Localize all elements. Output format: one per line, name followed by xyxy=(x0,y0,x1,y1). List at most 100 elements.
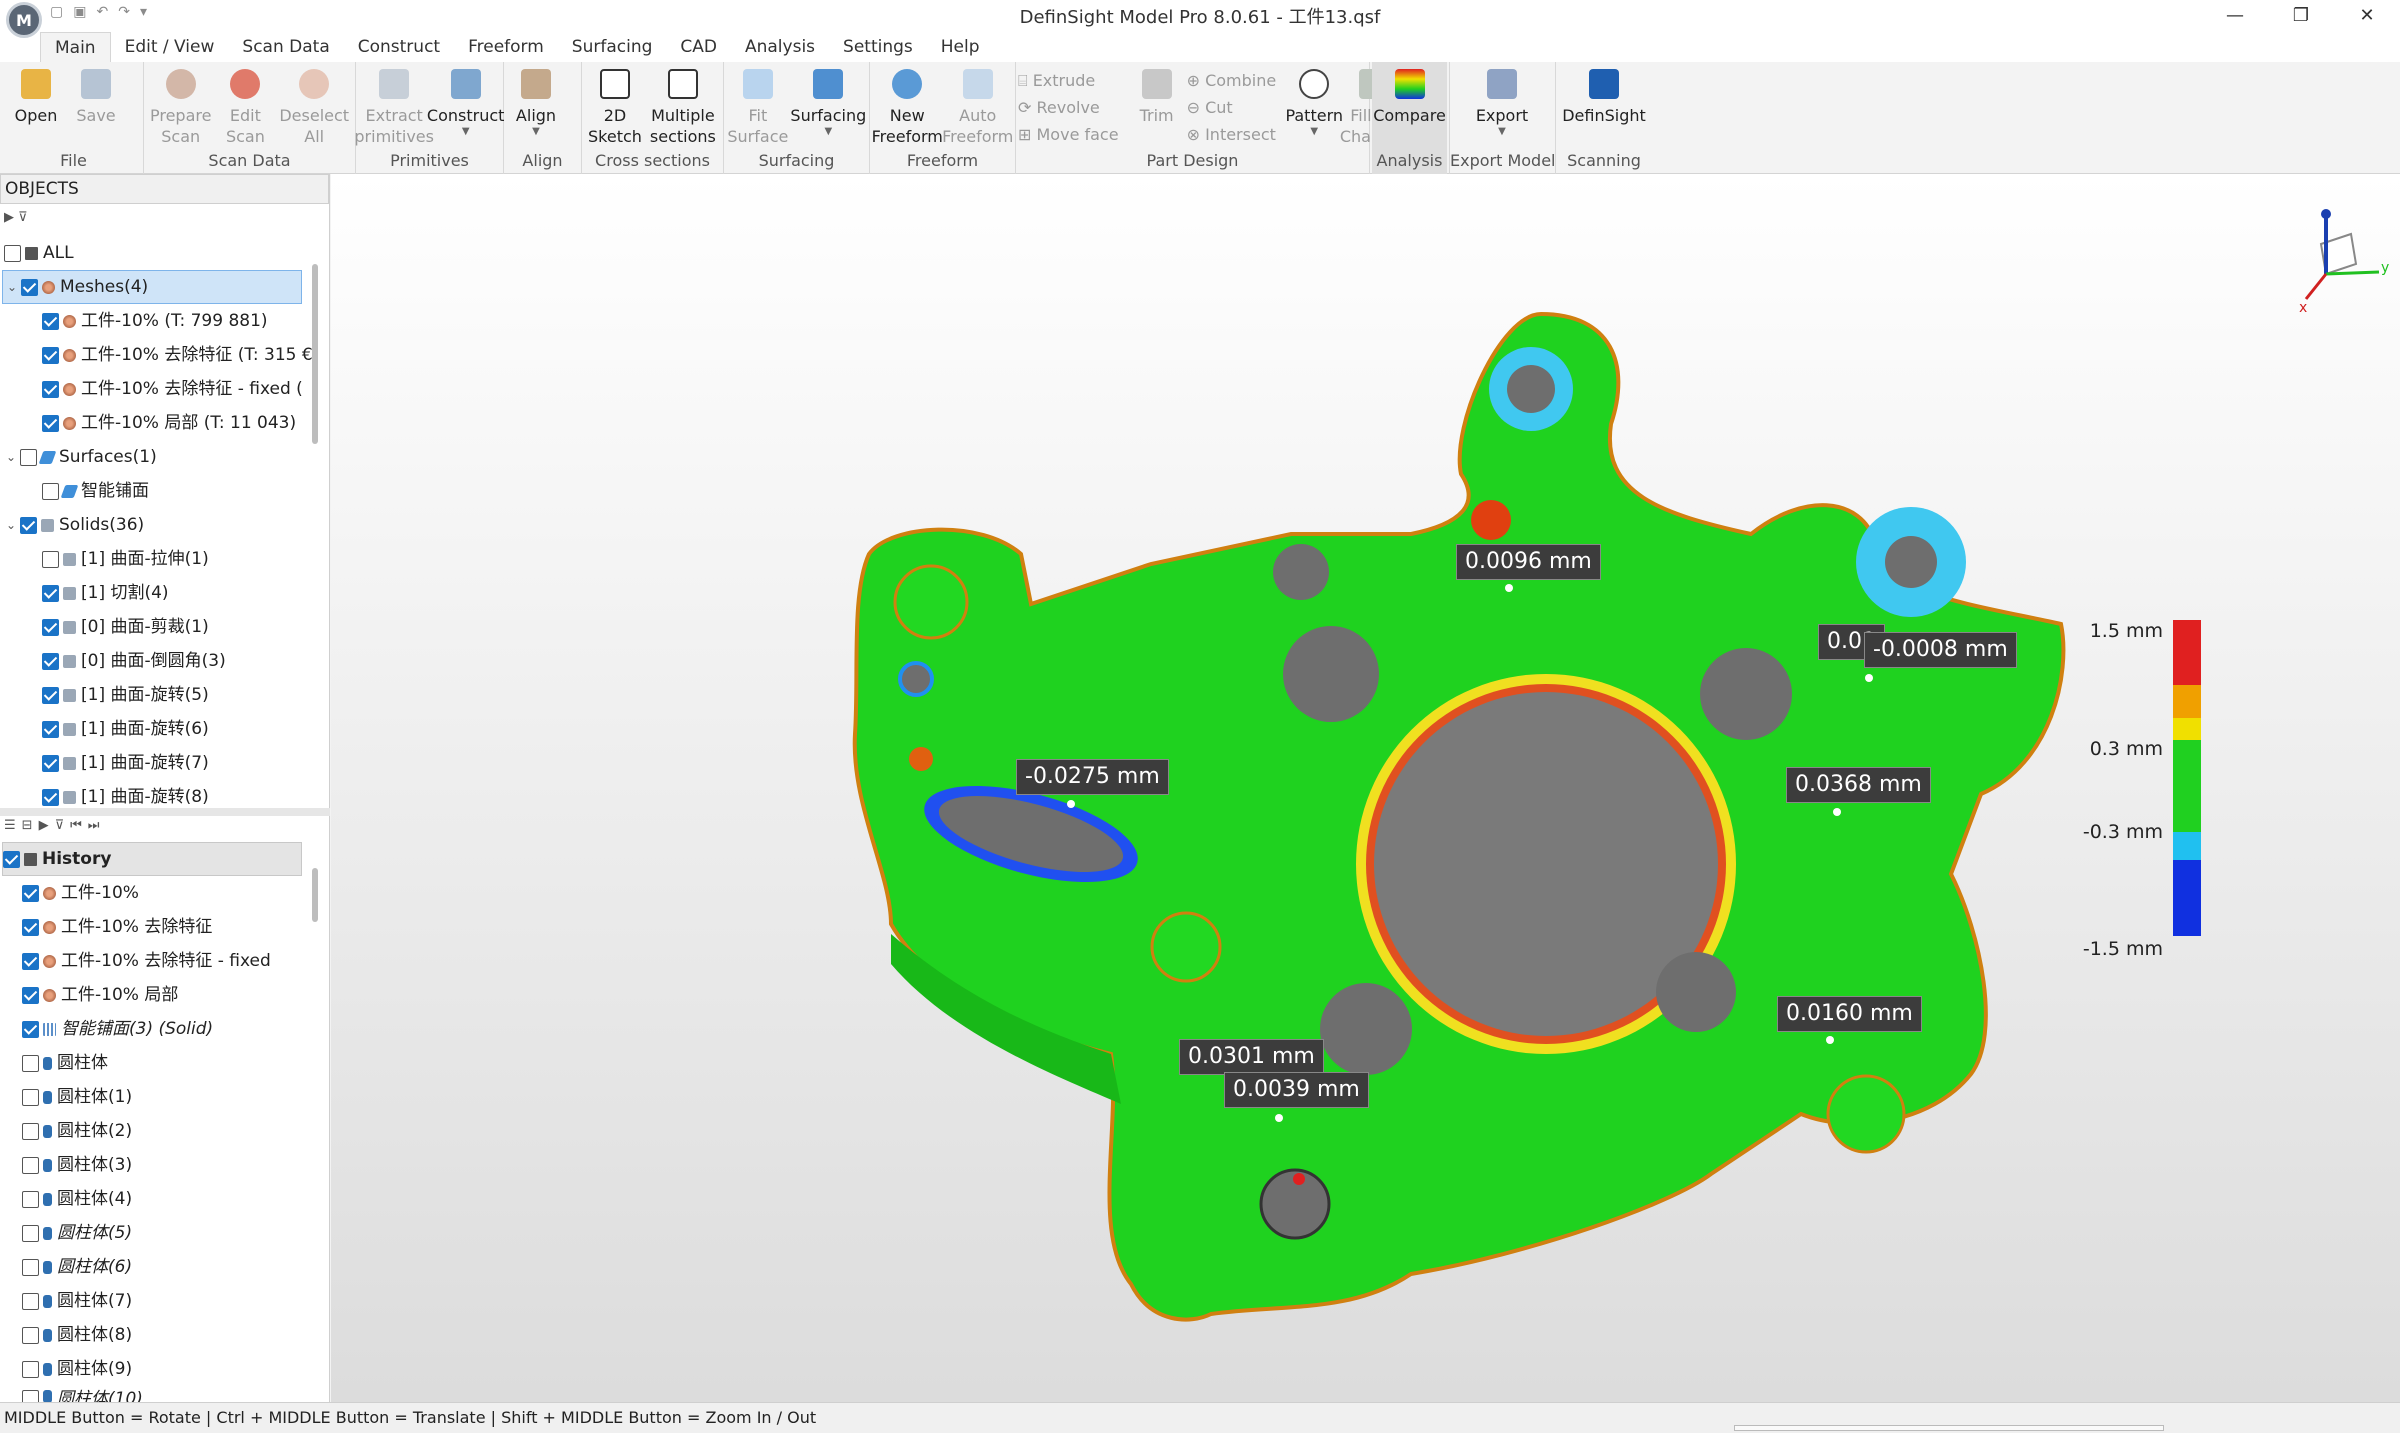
deviation-label[interactable]: -0.0275 mm xyxy=(1016,759,1169,795)
deviation-label[interactable]: -0.0008 mm xyxy=(1864,632,2017,668)
checkbox[interactable] xyxy=(42,754,59,772)
part-deviation-map[interactable] xyxy=(331,174,2400,1402)
checkbox[interactable] xyxy=(22,1360,39,1378)
extrude-button[interactable]: ⌸ Extrude xyxy=(1018,67,1119,94)
history-header[interactable]: History xyxy=(2,842,302,876)
checkbox[interactable] xyxy=(4,244,21,262)
axis-triad[interactable]: y x xyxy=(2281,204,2391,314)
tab-settings[interactable]: Settings xyxy=(829,32,927,62)
tab-edit-view[interactable]: Edit / View xyxy=(111,32,229,62)
tree-surfaces[interactable]: ⌄ Surfaces(1) xyxy=(2,440,157,474)
checkbox[interactable] xyxy=(22,1224,39,1242)
tab-freeform[interactable]: Freeform xyxy=(454,32,558,62)
history-item[interactable]: 工件-10% xyxy=(22,876,139,910)
history-item[interactable]: 圆柱体(7) xyxy=(22,1284,132,1318)
checkbox[interactable] xyxy=(42,550,59,568)
checkbox[interactable] xyxy=(42,618,59,636)
checkbox[interactable] xyxy=(22,1292,39,1310)
checkbox[interactable] xyxy=(22,1326,39,1344)
history-scrollbar[interactable] xyxy=(312,868,318,922)
checkbox[interactable] xyxy=(42,720,59,738)
last-icon[interactable]: ⏭ xyxy=(88,818,100,833)
tree-mesh-item[interactable]: 工件-10% 去除特征 (T: 315 € xyxy=(42,338,313,372)
tree-solid-item[interactable]: [1] 曲面-旋转(7) xyxy=(42,746,209,780)
tab-main[interactable]: Main xyxy=(40,32,111,62)
tab-help[interactable]: Help xyxy=(927,32,994,62)
restore-icon[interactable]: ❐ xyxy=(2268,0,2334,30)
tree-view-icon[interactable]: ⊟ xyxy=(22,818,33,833)
checkbox[interactable] xyxy=(22,1088,39,1106)
list-view-icon[interactable]: ☰ xyxy=(4,818,16,833)
tree-all[interactable]: ALL xyxy=(4,236,74,270)
history-item[interactable]: 智能铺面(3) (Solid) xyxy=(22,1012,213,1046)
tree-meshes[interactable]: ⌄ Meshes(4) xyxy=(2,270,302,304)
checkbox[interactable] xyxy=(42,686,59,704)
checkbox[interactable] xyxy=(20,448,37,466)
checkbox[interactable] xyxy=(22,918,39,936)
checkbox[interactable] xyxy=(42,346,59,364)
history-item[interactable]: 圆柱体(2) xyxy=(22,1114,132,1148)
checkbox[interactable] xyxy=(42,584,59,602)
checkbox[interactable] xyxy=(22,1122,39,1140)
filter-icon[interactable]: ⊽ xyxy=(55,818,65,833)
move-face-button[interactable]: ⊞ Move face xyxy=(1018,121,1119,148)
checkbox[interactable] xyxy=(22,1390,39,1402)
tab-analysis[interactable]: Analysis xyxy=(731,32,829,62)
checkbox[interactable] xyxy=(42,312,59,330)
minimize-icon[interactable]: — xyxy=(2202,0,2268,30)
tree-mesh-item[interactable]: 工件-10% 局部 (T: 11 043) xyxy=(42,406,296,440)
tree-solids[interactable]: ⌄ Solids(36) xyxy=(2,508,144,542)
play-icon[interactable]: ▶ xyxy=(39,818,49,833)
tab-surfacing[interactable]: Surfacing xyxy=(558,32,667,62)
expand-all-icon[interactable]: ▶ xyxy=(4,210,14,225)
history-item[interactable]: 工件-10% 去除特征 - fixed xyxy=(22,944,271,978)
history-item[interactable]: 圆柱体(8) xyxy=(22,1318,132,1352)
deviation-label[interactable]: 0.0160 mm xyxy=(1777,996,1922,1032)
checkbox[interactable] xyxy=(22,1020,39,1038)
checkbox[interactable] xyxy=(22,1190,39,1208)
intersect-button[interactable]: ⊗ Intersect xyxy=(1187,121,1277,148)
checkbox[interactable] xyxy=(42,380,59,398)
deviation-label[interactable]: 0.0301 mm xyxy=(1179,1039,1324,1075)
checkbox[interactable] xyxy=(3,850,20,868)
tree-surface-item[interactable]: 智能铺面 xyxy=(42,474,149,508)
history-item[interactable]: 工件-10% 去除特征 xyxy=(22,910,212,944)
history-item[interactable]: 圆柱体 xyxy=(22,1046,108,1080)
chevron-down-icon[interactable]: ⌄ xyxy=(2,508,20,542)
checkbox[interactable] xyxy=(42,652,59,670)
app-logo[interactable]: M xyxy=(6,2,42,38)
revolve-button[interactable]: ⟳ Revolve xyxy=(1018,94,1119,121)
deviation-label[interactable]: 0.0096 mm xyxy=(1456,544,1601,580)
checkbox[interactable] xyxy=(22,1054,39,1072)
filter-icon[interactable]: ⊽ xyxy=(18,210,28,225)
tree-solid-item[interactable]: [1] 曲面-旋转(6) xyxy=(42,712,209,746)
cut-button[interactable]: ⊖ Cut xyxy=(1187,94,1277,121)
tab-scan-data[interactable]: Scan Data xyxy=(228,32,343,62)
tab-cad[interactable]: CAD xyxy=(666,32,731,62)
chevron-down-icon[interactable]: ⌄ xyxy=(3,270,21,304)
tree-solid-item[interactable]: [1] 曲面-旋转(5) xyxy=(42,678,209,712)
history-item[interactable]: 圆柱体(10) xyxy=(22,1382,143,1402)
checkbox[interactable] xyxy=(22,1258,39,1276)
checkbox[interactable] xyxy=(22,952,39,970)
history-item[interactable]: 圆柱体(6) xyxy=(22,1250,132,1284)
tree-solid-item[interactable]: [0] 曲面-倒圆角(3) xyxy=(42,644,226,678)
history-item[interactable]: 工件-10% 局部 xyxy=(22,978,178,1012)
history-item[interactable]: 圆柱体(4) xyxy=(22,1182,132,1216)
checkbox[interactable] xyxy=(42,788,59,806)
close-icon[interactable]: ✕ xyxy=(2334,0,2400,30)
history-item[interactable]: 圆柱体(1) xyxy=(22,1080,132,1114)
tree-solid-item[interactable]: [1] 曲面-拉伸(1) xyxy=(42,542,209,576)
3d-viewport[interactable]: 0.0096 mm 0.01 -0.0008 mm -0.0275 mm 0.0… xyxy=(331,174,2400,1402)
history-item[interactable]: 圆柱体(5) xyxy=(22,1216,132,1250)
deviation-label[interactable]: 0.0368 mm xyxy=(1786,767,1931,803)
tree-solid-item[interactable]: [0] 曲面-剪裁(1) xyxy=(42,610,209,644)
checkbox[interactable] xyxy=(20,516,37,534)
tree-mesh-item[interactable]: 工件-10% (T: 799 881) xyxy=(42,304,268,338)
tree-mesh-item[interactable]: 工件-10% 去除特征 - fixed ( xyxy=(42,372,303,406)
checkbox[interactable] xyxy=(42,414,59,432)
checkbox[interactable] xyxy=(21,278,38,296)
panel-splitter[interactable] xyxy=(0,808,330,816)
deviation-label[interactable]: 0.0039 mm xyxy=(1224,1072,1369,1108)
tab-construct[interactable]: Construct xyxy=(344,32,454,62)
